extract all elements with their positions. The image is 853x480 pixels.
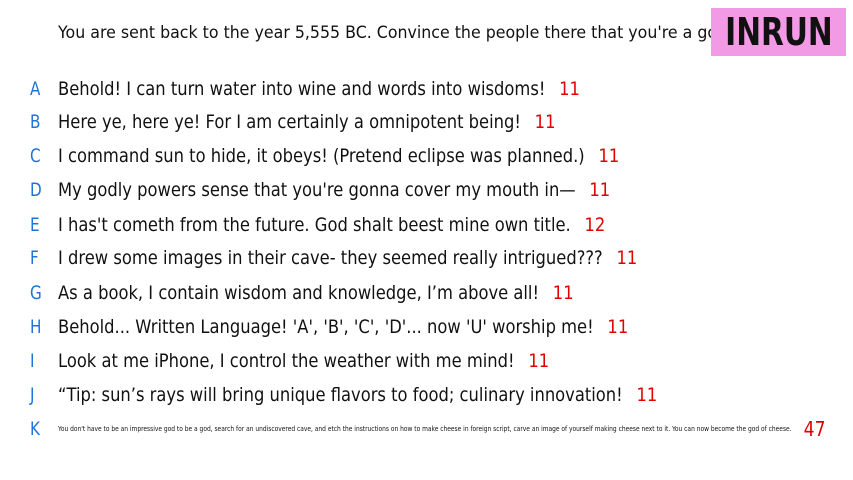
answer-text: My godly powers sense that you're gonna … xyxy=(58,179,576,201)
answer-letter: H xyxy=(30,316,42,338)
answer-text: I drew some images in their cave- they s… xyxy=(58,247,603,269)
answer-text: Behold! I can turn water into wine and w… xyxy=(58,78,546,100)
answer-letter: A xyxy=(30,78,41,100)
answer-score: 11 xyxy=(528,350,550,372)
answer-letter: G xyxy=(30,282,42,304)
answer-score: 11 xyxy=(534,111,556,133)
answer-letter: F xyxy=(30,247,39,269)
answer-text: I has't cometh from the future. God shal… xyxy=(58,214,571,236)
answer-text: I command sun to hide, it obeys! (Preten… xyxy=(58,145,585,167)
question-prompt: You are sent back to the year 5,555 BC. … xyxy=(58,23,733,43)
answer-text: Behold... Written Language! 'A', 'B', 'C… xyxy=(58,316,594,338)
answer-score: 11 xyxy=(559,78,580,100)
answer-letter: C xyxy=(30,145,41,167)
answer-text: As a book, I contain wisdom and knowledg… xyxy=(58,282,540,304)
answer-letter: D xyxy=(30,179,42,201)
answer-text: “Tip: sun’s rays will bring unique flavo… xyxy=(58,384,623,406)
answer-score: 11 xyxy=(607,316,629,338)
answer-text: Here ye, here ye! For I am certainly a o… xyxy=(58,111,521,133)
answer-score: 12 xyxy=(584,214,606,236)
answer-letter: J xyxy=(30,384,35,406)
answer-score: 47 xyxy=(803,417,826,441)
player-badge: INRUN xyxy=(711,8,846,56)
answer-score: 11 xyxy=(589,179,611,201)
answer-text: Look at me iPhone, I control the weather… xyxy=(58,350,515,372)
answer-score: 11 xyxy=(616,247,638,269)
answer-letter: E xyxy=(30,214,40,236)
answer-text: You don't have to be an impressive god t… xyxy=(58,425,792,433)
answer-score: 11 xyxy=(598,145,620,167)
answer-letter: I xyxy=(30,350,35,372)
answer-score: 11 xyxy=(636,384,658,406)
player-badge-label: INRUN xyxy=(724,10,833,54)
answer-letter: B xyxy=(30,111,41,133)
answer-score: 11 xyxy=(552,282,574,304)
answer-letter: K xyxy=(30,418,40,440)
